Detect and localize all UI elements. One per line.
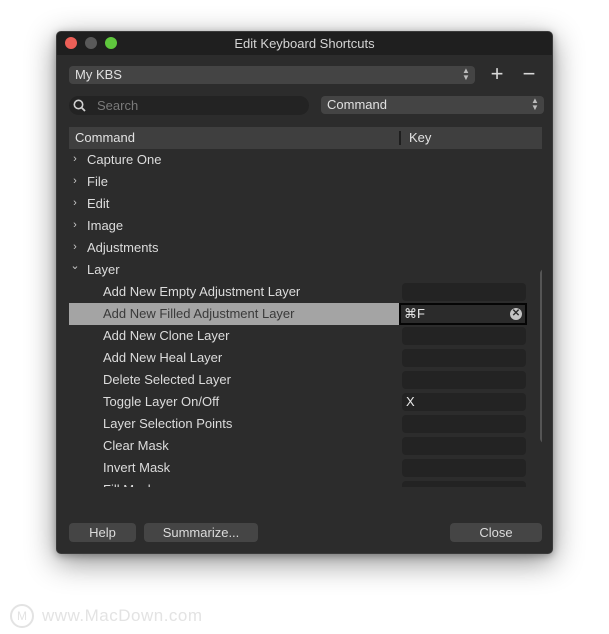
search-input[interactable]	[97, 96, 297, 115]
key-field[interactable]	[402, 327, 526, 345]
shortcut-row[interactable]: Clear Mask	[69, 435, 529, 457]
command-label: Add New Filled Adjustment Layer	[103, 306, 295, 321]
command-label: Clear Mask	[103, 438, 169, 453]
window-title: Edit Keyboard Shortcuts	[234, 36, 375, 51]
key-field[interactable]: X	[402, 393, 526, 411]
chevron-right-icon[interactable]: ›	[69, 196, 81, 210]
key-field[interactable]	[402, 415, 526, 433]
column-divider[interactable]	[399, 131, 401, 145]
group-row-layer[interactable]: ⌄ Layer	[69, 259, 529, 281]
help-button[interactable]: Help	[69, 523, 136, 542]
group-label: Image	[87, 218, 124, 233]
shortcut-row-selected[interactable]: Add New Filled Adjustment Layer ⌘F ✕	[69, 303, 529, 325]
shortcut-set-select[interactable]: My KBS ▲ ▼	[69, 66, 475, 84]
column-header-command[interactable]: Command	[75, 130, 135, 145]
remove-shortcut-set-button[interactable]: −	[520, 63, 538, 85]
shortcut-row[interactable]: Add New Heal Layer	[69, 347, 529, 369]
search-field[interactable]	[69, 96, 309, 115]
command-label: Add New Empty Adjustment Layer	[103, 284, 301, 299]
command-label: Toggle Layer On/Off	[103, 394, 220, 409]
table-header: Command Key	[69, 127, 542, 149]
clear-shortcut-icon[interactable]: ✕	[510, 308, 522, 320]
summarize-button[interactable]: Summarize...	[144, 523, 258, 542]
group-row-adjustments[interactable]: › Adjustments	[69, 237, 529, 259]
command-label: Invert Mask	[103, 460, 171, 475]
group-row-edit[interactable]: › Edit	[69, 193, 529, 215]
group-label: Adjustments	[87, 240, 159, 255]
key-field-active[interactable]: ⌘F ✕	[399, 303, 527, 325]
group-label: Capture One	[87, 152, 162, 167]
chevron-right-icon[interactable]: ›	[69, 152, 81, 166]
shortcut-row[interactable]: Delete Selected Layer	[69, 369, 529, 391]
updown-chevron-icon: ▲ ▼	[462, 66, 470, 82]
shortcut-row[interactable]: Toggle Layer On/Off X	[69, 391, 529, 413]
add-shortcut-set-button[interactable]: +	[488, 63, 506, 85]
group-row-image[interactable]: › Image	[69, 215, 529, 237]
group-label: Layer	[87, 262, 120, 277]
search-icon	[73, 99, 86, 112]
shortcut-row[interactable]: Fill Mask	[69, 479, 529, 487]
command-label: Add New Heal Layer	[103, 350, 223, 365]
filter-select[interactable]: Command ▲ ▼	[321, 96, 544, 114]
group-label: Edit	[87, 196, 110, 211]
close-button[interactable]: Close	[450, 523, 542, 542]
macdown-logo-icon: M	[10, 604, 34, 628]
key-field[interactable]	[402, 349, 526, 367]
watermark-text: www.MacDown.com	[42, 606, 203, 625]
list-scrollbar[interactable]	[540, 269, 542, 443]
edit-keyboard-shortcuts-window: Edit Keyboard Shortcuts My KBS ▲▼ + − Co…	[56, 31, 553, 554]
key-field[interactable]	[402, 283, 526, 301]
filter-value: Command	[327, 97, 387, 112]
key-value: ⌘F	[404, 306, 425, 321]
chevron-right-icon[interactable]: ›	[69, 240, 81, 254]
group-row-capture-one[interactable]: › Capture One	[69, 149, 529, 171]
command-label: Add New Clone Layer	[103, 328, 230, 343]
command-label: Layer Selection Points	[103, 416, 233, 431]
key-field[interactable]	[402, 459, 526, 477]
chevron-down-icon[interactable]: ⌄	[69, 259, 81, 273]
shortcut-row[interactable]: Add New Empty Adjustment Layer	[69, 281, 529, 303]
column-header-key[interactable]: Key	[409, 130, 431, 145]
chevron-right-icon[interactable]: ›	[69, 218, 81, 232]
updown-chevron-icon: ▲ ▼	[531, 96, 539, 112]
shortcut-row[interactable]: Invert Mask	[69, 457, 529, 479]
shortcut-row[interactable]: Add New Clone Layer	[69, 325, 529, 347]
command-label: Delete Selected Layer	[103, 372, 231, 387]
group-label: File	[87, 174, 108, 189]
shortcut-list: › Capture One › File › Edit › Image › Ad…	[69, 149, 542, 487]
key-field[interactable]	[402, 481, 526, 487]
group-row-file[interactable]: › File	[69, 171, 529, 193]
key-field[interactable]	[402, 371, 526, 389]
chevron-right-icon[interactable]: ›	[69, 174, 81, 188]
command-label: Fill Mask	[103, 482, 154, 487]
shortcut-row[interactable]: Layer Selection Points	[69, 413, 529, 435]
shortcut-set-value: My KBS	[75, 67, 122, 82]
key-field[interactable]	[402, 437, 526, 455]
title-bar: Edit Keyboard Shortcuts	[57, 32, 552, 55]
